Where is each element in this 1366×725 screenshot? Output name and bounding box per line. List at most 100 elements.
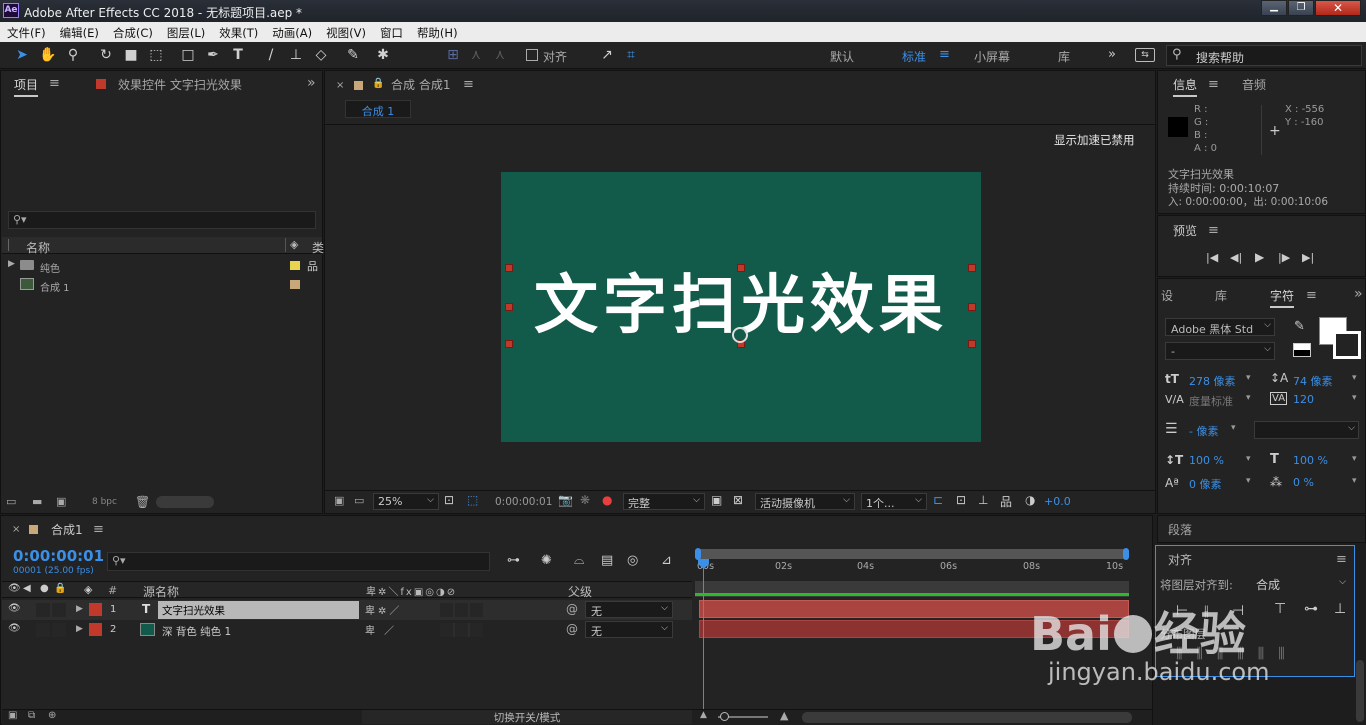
chevron-down-icon[interactable]: ▾	[1352, 373, 1357, 383]
fast-previews-icon[interactable]: ⊡	[956, 493, 966, 507]
horizontal-scale-value[interactable]: 100 %	[1293, 454, 1328, 467]
comp-viewer-area[interactable]: 显示加速已禁用 文字扫光效果	[325, 124, 1155, 488]
more-tabs-icon[interactable]: »	[1354, 286, 1363, 302]
table-row[interactable]: 👁 ▶ 1 T 文字扫光效果 卑✲／ @ 无 ⌵	[2, 600, 692, 620]
lock-toggle[interactable]	[52, 603, 66, 617]
workspace-small-screen[interactable]: 小屏幕	[974, 48, 1010, 65]
motion-blur-icon[interactable]: ◎	[627, 553, 638, 568]
menu-file[interactable]: 文件(F)	[0, 22, 53, 41]
label-color-swatch[interactable]	[290, 280, 300, 289]
preview-panel-menu-icon[interactable]: ≡	[1208, 223, 1219, 238]
stroke-type-dropdown[interactable]: ⌵	[1254, 421, 1359, 439]
anchor-point-icon[interactable]	[732, 327, 748, 343]
comp-canvas[interactable]: 文字扫光效果	[501, 172, 981, 442]
tab-info[interactable]: 信息	[1173, 76, 1198, 97]
resolution-dropdown[interactable]: 完整 ⌵	[623, 493, 705, 510]
tab-audio[interactable]: 音频	[1242, 76, 1266, 93]
view-axis-icon[interactable]: ⋏	[490, 46, 510, 64]
layer-label-color[interactable]	[89, 623, 102, 636]
project-scrollbar[interactable]	[156, 496, 214, 508]
monitor-icon[interactable]: ▭	[354, 494, 364, 507]
stroke-width-value[interactable]: - 像素	[1189, 423, 1218, 439]
tsume-value[interactable]: 0 %	[1293, 476, 1314, 489]
transparency-grid-icon[interactable]: ⊠	[733, 493, 743, 507]
snapshot-icon[interactable]: 📷	[558, 493, 573, 507]
chevron-down-icon[interactable]: ▾	[1352, 454, 1357, 464]
brush-tool-icon[interactable]: /	[261, 46, 281, 64]
chevron-down-icon[interactable]: ▾	[1246, 373, 1251, 383]
tab-library[interactable]: 库	[1215, 287, 1227, 304]
close-tab-icon[interactable]: ×	[12, 524, 20, 535]
lock-icon[interactable]: 🔒	[372, 78, 384, 89]
sync-settings-icon[interactable]: ⇆	[1135, 48, 1155, 62]
fast-preview-icon[interactable]: ▣	[711, 493, 722, 507]
table-row[interactable]: 👁 ▶ 2 深 背色 纯色 1 卑 ／ @ 无 ⌵	[2, 620, 692, 640]
visibility-toggle-icon[interactable]: 👁	[8, 623, 21, 634]
timeline-timecode[interactable]: 0:00:00:01	[13, 547, 104, 565]
maximize-button[interactable]: ❐	[1288, 0, 1314, 16]
toggle-layer-panel-icon[interactable]: ▣	[8, 710, 17, 721]
exposure-reset-icon[interactable]: ◑	[1025, 493, 1035, 507]
comp-breadcrumb[interactable]: 合成 1	[345, 100, 411, 118]
zoom-out-icon[interactable]: ▲	[700, 710, 707, 720]
vertical-scale-value[interactable]: 100 %	[1189, 454, 1224, 467]
switches[interactable]: 卑✲／	[365, 602, 402, 617]
tab-character[interactable]: 字符	[1270, 287, 1295, 308]
toggle-time-stretch-icon[interactable]: ⊕	[48, 710, 56, 721]
tab-project[interactable]: 项目	[14, 76, 39, 97]
draft-3d-icon[interactable]: ✺	[541, 553, 552, 568]
transform-handle[interactable]	[505, 264, 513, 272]
menu-window[interactable]: 窗口	[373, 22, 410, 41]
workspace-standard[interactable]: 标准	[902, 48, 926, 65]
timeline-menu-icon[interactable]: ≡	[93, 522, 104, 537]
info-panel-menu-icon[interactable]: ≡	[1208, 77, 1219, 92]
chevron-down-icon[interactable]: ▾	[1246, 476, 1251, 486]
effect-switch-boxes[interactable]	[440, 623, 483, 637]
font-family-dropdown[interactable]: Adobe 黑体 Std ⌵	[1165, 318, 1275, 336]
menu-composition[interactable]: 合成(C)	[106, 22, 160, 41]
menu-help[interactable]: 帮助(H)	[410, 22, 465, 41]
list-item[interactable]: 合成 1	[2, 276, 322, 294]
hand-tool-icon[interactable]: ✋	[38, 46, 58, 64]
expand-arrow-icon[interactable]: ▶	[8, 259, 15, 269]
camera-dropdown[interactable]: 活动摄像机 ⌵	[755, 493, 855, 510]
toggle-switches-modes[interactable]: 切换开关/模式	[362, 710, 692, 724]
eraser-tool-icon[interactable]: ◇	[311, 46, 331, 64]
tab-composition[interactable]: 合成 合成1	[391, 76, 450, 93]
menu-effect[interactable]: 效果(T)	[212, 22, 265, 41]
transform-handle[interactable]	[505, 340, 513, 348]
current-timecode[interactable]: 0:00:00:01	[495, 496, 552, 508]
zoom-tool-icon[interactable]: ⚲	[63, 46, 83, 64]
pen-tool-icon[interactable]: ✒	[203, 46, 223, 64]
camera-tool-icon[interactable]: ■	[121, 46, 141, 64]
fit-icon[interactable]: ⊡	[444, 493, 454, 507]
align-checkbox[interactable]	[526, 49, 538, 61]
lock-toggle[interactable]	[52, 623, 66, 637]
font-style-dropdown[interactable]: - ⌵	[1165, 342, 1275, 360]
label-color-swatch[interactable]	[290, 261, 300, 270]
zoom-slider-knob[interactable]	[720, 712, 729, 721]
shy-layers-icon[interactable]: ⌓	[574, 553, 584, 568]
new-folder-icon[interactable]: ▬	[32, 495, 42, 508]
align-panel-menu-icon[interactable]: ≡	[1336, 552, 1347, 567]
black-white-swatch[interactable]	[1293, 343, 1311, 357]
menu-view[interactable]: 视图(V)	[319, 22, 373, 41]
transform-handle[interactable]	[505, 303, 513, 311]
type-tool-icon[interactable]: T	[228, 46, 248, 64]
first-frame-icon[interactable]: |◀	[1206, 251, 1218, 264]
new-composition-icon[interactable]: ▣	[56, 495, 66, 508]
delete-icon[interactable]: 🗑	[135, 495, 150, 509]
layer-name-field[interactable]: 文字扫光效果	[158, 601, 359, 619]
pickwhip-icon[interactable]: @	[566, 602, 578, 616]
comp-panel-menu-icon[interactable]: ≡	[463, 77, 474, 92]
transform-handle[interactable]	[968, 340, 976, 348]
rotate-tool-icon[interactable]: ↻	[96, 46, 116, 64]
col-source-name[interactable]: 源名称	[143, 583, 179, 600]
chevron-down-icon[interactable]: ▾	[1246, 393, 1251, 403]
region-of-interest-icon[interactable]: ⬚	[467, 493, 478, 507]
list-item[interactable]: ▶ 纯色 品	[2, 257, 322, 275]
leading-value[interactable]: 74 像素	[1293, 373, 1333, 389]
pickwhip-icon[interactable]: @	[566, 622, 578, 636]
channel-icon[interactable]: ●	[602, 493, 612, 507]
timeline-search-input[interactable]: ⚲▾	[107, 552, 490, 571]
